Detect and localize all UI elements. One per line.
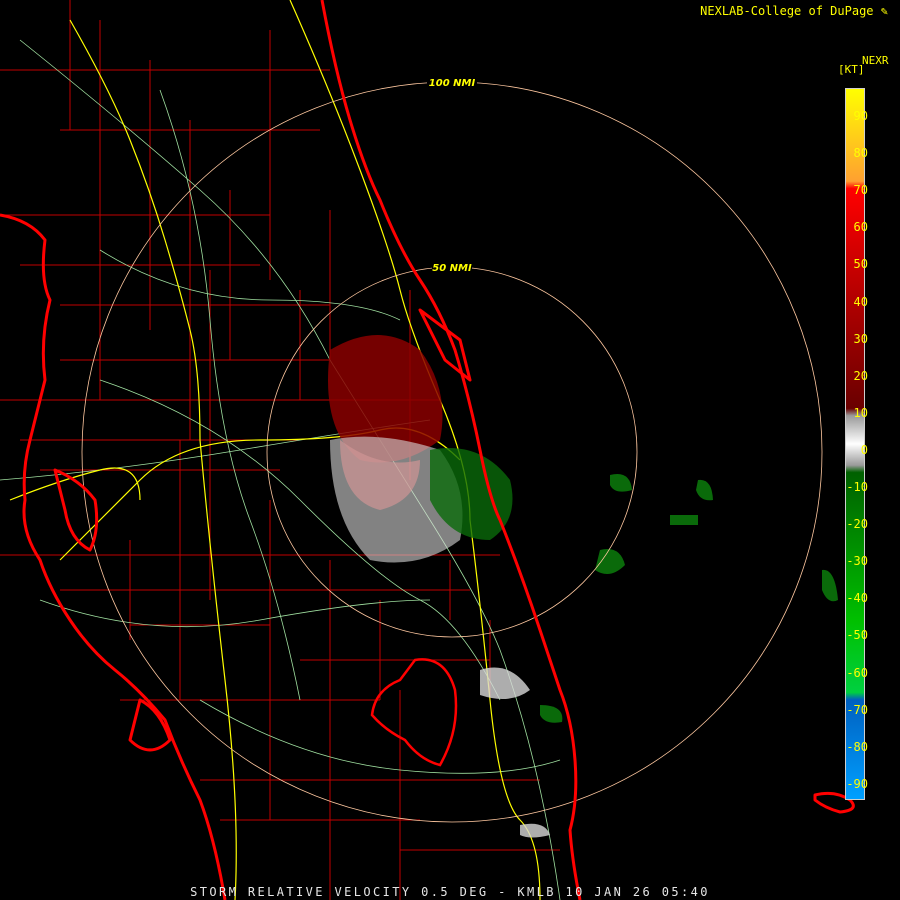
county-boundaries: [0, 0, 560, 900]
colorbar-tick: 10: [853, 405, 868, 420]
pen-icon: ✎: [880, 4, 888, 18]
colorbar-tick: 0: [860, 442, 868, 457]
range-ring-50-label: 50 NMI: [432, 263, 472, 274]
credit-text: NEXLAB-College of DuPage: [700, 4, 874, 18]
colorbar-tick: 30: [853, 331, 868, 346]
colorbar-tick: 90: [853, 109, 868, 123]
colorbar-tick: -60: [846, 665, 868, 680]
colorbar-tick: -20: [846, 517, 868, 532]
colorbar-tick: -50: [846, 628, 868, 643]
radar-returns: [328, 335, 838, 838]
colorbar-tick: -40: [846, 591, 868, 606]
colorbar-tick: -10: [846, 480, 868, 494]
colorbar-tick: -80: [846, 739, 868, 754]
colorbar-tick: 80: [853, 146, 868, 161]
colorbar-tick: 20: [853, 368, 868, 383]
radar-map: 100 NMI 50 NMI: [0, 0, 855, 900]
range-ring-100-label: 100 NMI: [429, 78, 476, 89]
colorbar-tick: -70: [846, 702, 868, 717]
lake-outline: [370, 658, 458, 767]
units-label: [KT]: [838, 63, 865, 76]
colorbar-tick: 50: [853, 257, 868, 272]
product-caption: STORM RELATIVE VELOCITY 0.5 DEG - KMLB 1…: [190, 885, 710, 899]
colorbar-tick: 60: [853, 220, 868, 235]
colorbar-tick: 70: [853, 183, 868, 198]
colorbar-tick: 40: [853, 294, 868, 309]
colorbar-tick: -90: [846, 776, 868, 791]
product-label: NEXR: [862, 54, 889, 67]
credit-label: NEXLAB-College of DuPage ✎: [700, 4, 888, 18]
colorbar-tick: -30: [846, 554, 868, 569]
